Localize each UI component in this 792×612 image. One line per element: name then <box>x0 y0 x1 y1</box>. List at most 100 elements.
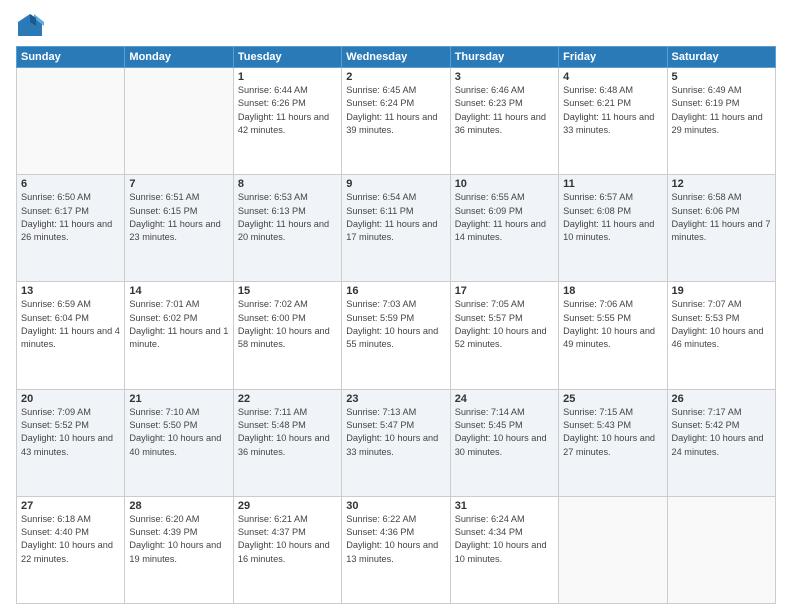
day-info: Sunrise: 7:06 AM Sunset: 5:55 PM Dayligh… <box>563 298 662 351</box>
calendar-day-cell: 15Sunrise: 7:02 AM Sunset: 6:00 PM Dayli… <box>233 282 341 389</box>
calendar-day-cell: 12Sunrise: 6:58 AM Sunset: 6:06 PM Dayli… <box>667 175 775 282</box>
calendar-day-cell: 1Sunrise: 6:44 AM Sunset: 6:26 PM Daylig… <box>233 68 341 175</box>
day-info: Sunrise: 6:24 AM Sunset: 4:34 PM Dayligh… <box>455 513 554 566</box>
weekday-header: Saturday <box>667 47 775 68</box>
day-info: Sunrise: 6:48 AM Sunset: 6:21 PM Dayligh… <box>563 84 662 137</box>
day-info: Sunrise: 6:45 AM Sunset: 6:24 PM Dayligh… <box>346 84 445 137</box>
page: SundayMondayTuesdayWednesdayThursdayFrid… <box>0 0 792 612</box>
day-number: 20 <box>21 393 120 405</box>
day-info: Sunrise: 6:22 AM Sunset: 4:36 PM Dayligh… <box>346 513 445 566</box>
day-number: 22 <box>238 393 337 405</box>
day-info: Sunrise: 7:13 AM Sunset: 5:47 PM Dayligh… <box>346 406 445 459</box>
calendar-day-cell: 26Sunrise: 7:17 AM Sunset: 5:42 PM Dayli… <box>667 389 775 496</box>
calendar-day-cell: 13Sunrise: 6:59 AM Sunset: 6:04 PM Dayli… <box>17 282 125 389</box>
weekday-header: Tuesday <box>233 47 341 68</box>
calendar-day-cell: 5Sunrise: 6:49 AM Sunset: 6:19 PM Daylig… <box>667 68 775 175</box>
day-number: 28 <box>129 500 228 512</box>
day-info: Sunrise: 6:18 AM Sunset: 4:40 PM Dayligh… <box>21 513 120 566</box>
calendar-day-cell: 22Sunrise: 7:11 AM Sunset: 5:48 PM Dayli… <box>233 389 341 496</box>
logo <box>16 12 48 40</box>
day-info: Sunrise: 7:17 AM Sunset: 5:42 PM Dayligh… <box>672 406 771 459</box>
day-number: 30 <box>346 500 445 512</box>
day-info: Sunrise: 6:58 AM Sunset: 6:06 PM Dayligh… <box>672 191 771 244</box>
calendar-day-cell: 28Sunrise: 6:20 AM Sunset: 4:39 PM Dayli… <box>125 496 233 603</box>
day-info: Sunrise: 7:15 AM Sunset: 5:43 PM Dayligh… <box>563 406 662 459</box>
day-number: 27 <box>21 500 120 512</box>
day-info: Sunrise: 6:55 AM Sunset: 6:09 PM Dayligh… <box>455 191 554 244</box>
calendar-day-cell: 7Sunrise: 6:51 AM Sunset: 6:15 PM Daylig… <box>125 175 233 282</box>
day-number: 21 <box>129 393 228 405</box>
calendar-day-cell: 8Sunrise: 6:53 AM Sunset: 6:13 PM Daylig… <box>233 175 341 282</box>
weekday-header: Friday <box>559 47 667 68</box>
day-info: Sunrise: 7:07 AM Sunset: 5:53 PM Dayligh… <box>672 298 771 351</box>
day-info: Sunrise: 6:20 AM Sunset: 4:39 PM Dayligh… <box>129 513 228 566</box>
calendar-day-cell: 14Sunrise: 7:01 AM Sunset: 6:02 PM Dayli… <box>125 282 233 389</box>
day-info: Sunrise: 7:05 AM Sunset: 5:57 PM Dayligh… <box>455 298 554 351</box>
weekday-header: Sunday <box>17 47 125 68</box>
day-info: Sunrise: 6:44 AM Sunset: 6:26 PM Dayligh… <box>238 84 337 137</box>
day-number: 17 <box>455 285 554 297</box>
day-number: 29 <box>238 500 337 512</box>
day-number: 1 <box>238 71 337 83</box>
calendar-day-cell: 3Sunrise: 6:46 AM Sunset: 6:23 PM Daylig… <box>450 68 558 175</box>
calendar-week-row: 6Sunrise: 6:50 AM Sunset: 6:17 PM Daylig… <box>17 175 776 282</box>
day-number: 8 <box>238 178 337 190</box>
day-info: Sunrise: 6:54 AM Sunset: 6:11 PM Dayligh… <box>346 191 445 244</box>
weekday-header: Thursday <box>450 47 558 68</box>
day-number: 10 <box>455 178 554 190</box>
calendar-week-row: 13Sunrise: 6:59 AM Sunset: 6:04 PM Dayli… <box>17 282 776 389</box>
day-number: 26 <box>672 393 771 405</box>
day-info: Sunrise: 7:14 AM Sunset: 5:45 PM Dayligh… <box>455 406 554 459</box>
calendar-day-cell: 9Sunrise: 6:54 AM Sunset: 6:11 PM Daylig… <box>342 175 450 282</box>
calendar-day-cell <box>17 68 125 175</box>
day-number: 9 <box>346 178 445 190</box>
calendar-day-cell: 30Sunrise: 6:22 AM Sunset: 4:36 PM Dayli… <box>342 496 450 603</box>
calendar: SundayMondayTuesdayWednesdayThursdayFrid… <box>16 46 776 604</box>
calendar-day-cell: 29Sunrise: 6:21 AM Sunset: 4:37 PM Dayli… <box>233 496 341 603</box>
calendar-day-cell: 21Sunrise: 7:10 AM Sunset: 5:50 PM Dayli… <box>125 389 233 496</box>
day-info: Sunrise: 6:51 AM Sunset: 6:15 PM Dayligh… <box>129 191 228 244</box>
day-info: Sunrise: 7:03 AM Sunset: 5:59 PM Dayligh… <box>346 298 445 351</box>
calendar-day-cell <box>125 68 233 175</box>
calendar-day-cell <box>667 496 775 603</box>
day-info: Sunrise: 7:10 AM Sunset: 5:50 PM Dayligh… <box>129 406 228 459</box>
day-number: 5 <box>672 71 771 83</box>
day-number: 13 <box>21 285 120 297</box>
header <box>16 12 776 40</box>
calendar-day-cell: 23Sunrise: 7:13 AM Sunset: 5:47 PM Dayli… <box>342 389 450 496</box>
logo-icon <box>16 12 44 40</box>
day-number: 25 <box>563 393 662 405</box>
calendar-day-cell: 2Sunrise: 6:45 AM Sunset: 6:24 PM Daylig… <box>342 68 450 175</box>
day-number: 16 <box>346 285 445 297</box>
calendar-day-cell: 27Sunrise: 6:18 AM Sunset: 4:40 PM Dayli… <box>17 496 125 603</box>
day-number: 23 <box>346 393 445 405</box>
day-info: Sunrise: 6:50 AM Sunset: 6:17 PM Dayligh… <box>21 191 120 244</box>
calendar-day-cell: 24Sunrise: 7:14 AM Sunset: 5:45 PM Dayli… <box>450 389 558 496</box>
weekday-header: Monday <box>125 47 233 68</box>
day-number: 2 <box>346 71 445 83</box>
calendar-day-cell: 20Sunrise: 7:09 AM Sunset: 5:52 PM Dayli… <box>17 389 125 496</box>
day-number: 12 <box>672 178 771 190</box>
day-number: 14 <box>129 285 228 297</box>
calendar-day-cell: 11Sunrise: 6:57 AM Sunset: 6:08 PM Dayli… <box>559 175 667 282</box>
day-info: Sunrise: 6:53 AM Sunset: 6:13 PM Dayligh… <box>238 191 337 244</box>
day-info: Sunrise: 6:59 AM Sunset: 6:04 PM Dayligh… <box>21 298 120 351</box>
calendar-day-cell: 31Sunrise: 6:24 AM Sunset: 4:34 PM Dayli… <box>450 496 558 603</box>
calendar-day-cell: 17Sunrise: 7:05 AM Sunset: 5:57 PM Dayli… <box>450 282 558 389</box>
day-info: Sunrise: 7:02 AM Sunset: 6:00 PM Dayligh… <box>238 298 337 351</box>
day-info: Sunrise: 7:11 AM Sunset: 5:48 PM Dayligh… <box>238 406 337 459</box>
day-number: 11 <box>563 178 662 190</box>
calendar-day-cell: 4Sunrise: 6:48 AM Sunset: 6:21 PM Daylig… <box>559 68 667 175</box>
day-number: 3 <box>455 71 554 83</box>
calendar-day-cell <box>559 496 667 603</box>
calendar-day-cell: 19Sunrise: 7:07 AM Sunset: 5:53 PM Dayli… <box>667 282 775 389</box>
calendar-day-cell: 6Sunrise: 6:50 AM Sunset: 6:17 PM Daylig… <box>17 175 125 282</box>
day-info: Sunrise: 6:49 AM Sunset: 6:19 PM Dayligh… <box>672 84 771 137</box>
day-info: Sunrise: 7:09 AM Sunset: 5:52 PM Dayligh… <box>21 406 120 459</box>
weekday-header-row: SundayMondayTuesdayWednesdayThursdayFrid… <box>17 47 776 68</box>
day-number: 31 <box>455 500 554 512</box>
day-info: Sunrise: 6:21 AM Sunset: 4:37 PM Dayligh… <box>238 513 337 566</box>
day-number: 19 <box>672 285 771 297</box>
day-number: 18 <box>563 285 662 297</box>
day-number: 7 <box>129 178 228 190</box>
